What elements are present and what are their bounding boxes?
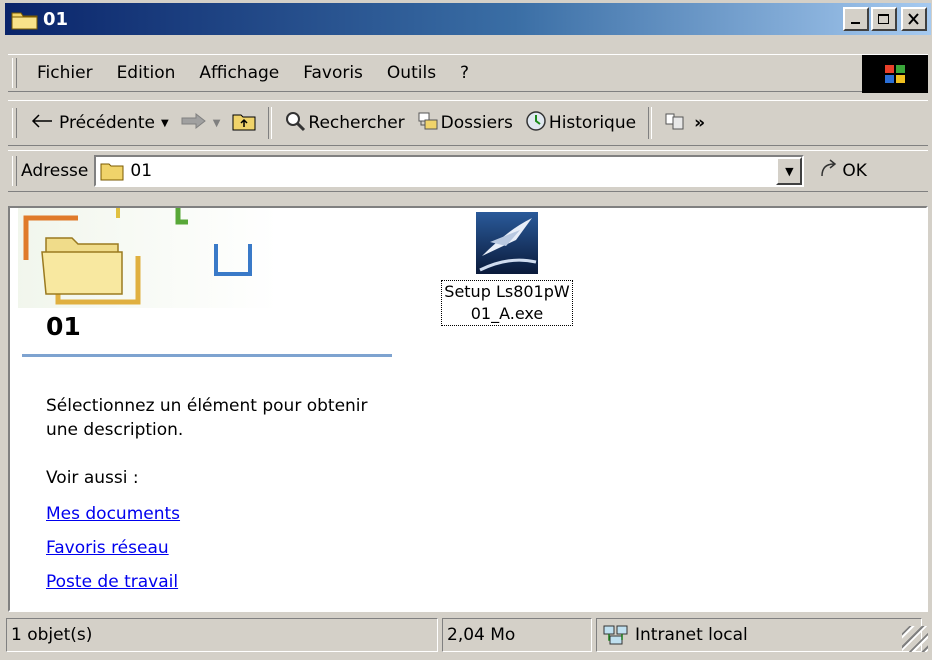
menu-affichage[interactable]: Affichage xyxy=(187,63,291,83)
window-controls xyxy=(843,7,927,31)
back-label: Précédente xyxy=(59,113,155,133)
forward-button[interactable]: ▼ xyxy=(175,104,227,142)
address-value: 01 xyxy=(130,161,153,181)
menu-bar: Fichier Edition Affichage Favoris Outils… xyxy=(8,54,928,93)
folders-label: Dossiers xyxy=(440,113,513,133)
title-bar[interactable]: 01 xyxy=(5,3,931,35)
status-zone-label: Intranet local xyxy=(635,625,748,645)
folders-button[interactable]: Dossiers xyxy=(411,104,519,142)
go-label: OK xyxy=(842,161,867,181)
menu-outils[interactable]: Outils xyxy=(375,63,448,83)
more-chevron-icon: » xyxy=(694,113,706,133)
link-my-computer[interactable]: Poste de travail xyxy=(46,572,178,592)
status-objects: 1 objet(s) xyxy=(6,618,438,652)
toolbar-grip[interactable] xyxy=(12,108,17,138)
installer-icon xyxy=(476,212,538,274)
history-button[interactable]: Historique xyxy=(519,104,642,142)
address-label: Adresse xyxy=(21,161,89,181)
status-bar: 1 objet(s) 2,04 Mo Intranet local xyxy=(6,618,930,654)
standard-toolbar: Précédente ▼ ▼ Rechercher Dossiers Histo… xyxy=(8,100,928,146)
file-name-label: Setup Ls801pW 01_A.exe xyxy=(441,280,573,326)
panel-description: Sélectionnez un élément pour obtenir une… xyxy=(46,396,368,440)
folder-icon xyxy=(100,161,124,181)
address-input[interactable]: 01 ▼ xyxy=(94,155,805,187)
window-title: 01 xyxy=(43,8,69,30)
panel-title: 01 xyxy=(46,312,81,341)
menu-edition[interactable]: Edition xyxy=(105,63,188,83)
folder-view[interactable]: 01 Sélectionnez un élément pour obtenir … xyxy=(8,206,928,612)
maximize-button[interactable] xyxy=(871,7,897,31)
menu-help[interactable]: ? xyxy=(448,63,481,83)
intranet-icon xyxy=(603,624,629,646)
folder-banner-graphic xyxy=(18,208,278,308)
status-zone: Intranet local xyxy=(596,618,922,652)
move-to-icon xyxy=(664,111,686,136)
menu-fichier[interactable]: Fichier xyxy=(25,63,105,83)
panel-divider xyxy=(22,354,392,357)
file-name-line2: 01_A.exe xyxy=(470,304,544,323)
search-button[interactable]: Rechercher xyxy=(278,104,410,142)
link-network-places[interactable]: Favoris réseau xyxy=(46,538,169,558)
more-tools-button[interactable]: » xyxy=(692,104,707,142)
chevron-down-icon[interactable]: ▼ xyxy=(161,118,169,129)
link-my-documents[interactable]: Mes documents xyxy=(46,504,180,524)
forward-arrow-icon xyxy=(181,112,207,134)
file-name-line1: Setup Ls801pW xyxy=(444,282,570,301)
windows-logo-icon xyxy=(862,55,928,93)
toolbar-separator xyxy=(268,107,273,139)
go-arrow-icon xyxy=(818,158,840,185)
address-dropdown-button[interactable]: ▼ xyxy=(776,157,803,185)
explorer-window: 01 Fichier Edition Affichage Favoris Out… xyxy=(0,0,932,660)
search-label: Rechercher xyxy=(308,113,405,133)
back-button[interactable]: Précédente ▼ xyxy=(25,104,175,142)
see-also-label: Voir aussi : xyxy=(46,468,139,488)
toolbar-grip[interactable] xyxy=(12,156,17,186)
history-icon xyxy=(525,110,547,137)
toolbar-grip[interactable] xyxy=(12,58,17,88)
search-icon xyxy=(284,110,306,137)
back-arrow-icon xyxy=(31,113,53,133)
file-item[interactable]: Setup Ls801pW 01_A.exe xyxy=(422,212,592,326)
close-button[interactable] xyxy=(901,7,927,31)
address-bar: Adresse 01 ▼ OK xyxy=(8,150,928,192)
chevron-down-icon[interactable]: ▼ xyxy=(213,118,221,129)
status-size: 2,04 Mo xyxy=(442,618,592,652)
up-folder-button[interactable] xyxy=(226,104,262,142)
move-to-button[interactable] xyxy=(658,104,692,142)
toolbar-separator xyxy=(648,107,653,139)
up-folder-icon xyxy=(232,111,256,136)
menu-favoris[interactable]: Favoris xyxy=(291,63,375,83)
folders-icon xyxy=(417,111,439,136)
minimize-button[interactable] xyxy=(843,7,869,31)
folder-icon xyxy=(11,8,39,30)
resize-grip[interactable] xyxy=(902,626,928,652)
go-button[interactable]: OK xyxy=(818,158,867,185)
history-label: Historique xyxy=(548,113,637,133)
